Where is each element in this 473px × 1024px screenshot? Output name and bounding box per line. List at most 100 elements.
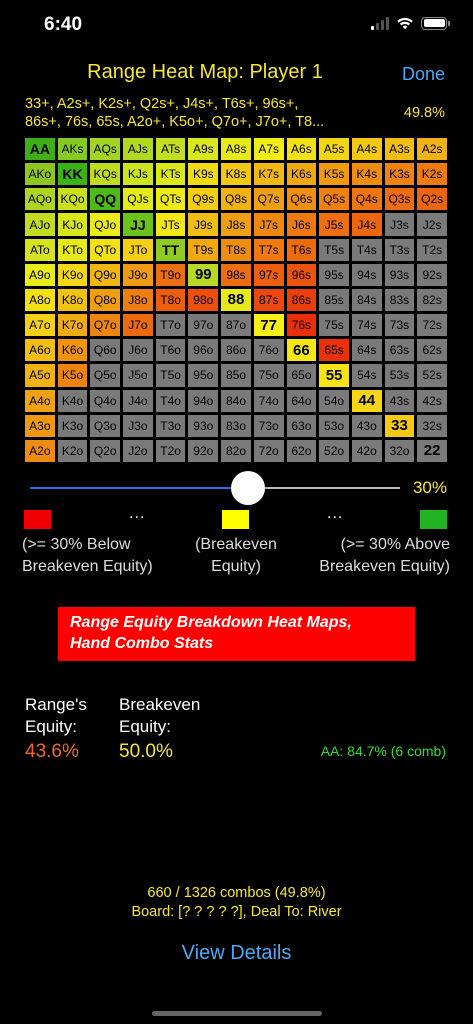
hand-cell[interactable]: 64s: [350, 338, 383, 363]
equity-breakdown-banner-button[interactable]: Range Equity Breakdown Heat Maps, Hand C…: [58, 607, 415, 661]
hand-cell[interactable]: J4o: [122, 388, 154, 413]
hand-cell[interactable]: K4o: [56, 388, 89, 413]
done-button[interactable]: Done: [402, 64, 445, 85]
hand-cell[interactable]: 96o: [187, 338, 220, 363]
hand-cell[interactable]: ATo: [24, 237, 56, 262]
hand-cell[interactable]: T7s: [252, 237, 285, 262]
hand-cell[interactable]: J5s: [318, 212, 350, 237]
hand-cell[interactable]: 65o: [285, 363, 318, 388]
hand-cell[interactable]: Q6o: [89, 338, 122, 363]
hand-cell[interactable]: 82o: [220, 438, 252, 463]
hand-cell[interactable]: 86o: [220, 338, 252, 363]
hand-cell[interactable]: AA: [24, 137, 56, 162]
hand-cell[interactable]: 33: [383, 413, 416, 438]
hand-cell[interactable]: 75s: [318, 313, 350, 338]
hand-cell[interactable]: 74s: [350, 313, 383, 338]
hand-cell[interactable]: T4s: [350, 237, 383, 262]
hand-cell[interactable]: T5o: [154, 363, 187, 388]
hand-cell[interactable]: 73s: [383, 313, 416, 338]
hand-cell[interactable]: KTs: [154, 162, 187, 187]
hand-cell[interactable]: 63s: [383, 338, 416, 363]
hand-cell[interactable]: K6o: [56, 338, 89, 363]
hand-cell[interactable]: K6s: [285, 162, 318, 187]
slider-thumb[interactable]: [231, 471, 266, 505]
hand-cell[interactable]: T7o: [154, 313, 187, 338]
hand-cell[interactable]: 52o: [318, 438, 350, 463]
hand-cell[interactable]: A4o: [24, 388, 56, 413]
hand-cell[interactable]: 75o: [252, 363, 285, 388]
hand-cell[interactable]: KJs: [122, 162, 154, 187]
hand-cell[interactable]: KQs: [89, 162, 122, 187]
hand-cell[interactable]: K9o: [56, 262, 89, 287]
hand-cell[interactable]: Q8o: [89, 287, 122, 313]
hand-cell[interactable]: 42o: [350, 438, 383, 463]
hand-cell[interactable]: A7s: [252, 137, 285, 162]
hand-cell[interactable]: A6o: [24, 338, 56, 363]
hand-cell[interactable]: 96s: [285, 262, 318, 287]
hand-cell[interactable]: K9s: [187, 162, 220, 187]
hand-cell[interactable]: A6s: [285, 137, 318, 162]
hand-cell[interactable]: J5o: [122, 363, 154, 388]
hand-cell[interactable]: A3s: [383, 137, 416, 162]
hand-cell[interactable]: QJo: [89, 212, 122, 237]
hand-cell[interactable]: 85s: [318, 287, 350, 313]
hand-cell[interactable]: Q7o: [89, 313, 122, 338]
hand-cell[interactable]: A4s: [350, 137, 383, 162]
hand-cell[interactable]: Q2o: [89, 438, 122, 463]
hand-cell[interactable]: TT: [154, 237, 187, 262]
hand-cell[interactable]: T2s: [416, 237, 448, 262]
hand-cell[interactable]: T6o: [154, 338, 187, 363]
hand-cell[interactable]: A7o: [24, 313, 56, 338]
hand-cell[interactable]: J7o: [122, 313, 154, 338]
hand-cell[interactable]: ATs: [154, 137, 187, 162]
hand-cell[interactable]: QTs: [154, 187, 187, 212]
hand-cell[interactable]: A8s: [220, 137, 252, 162]
hand-cell[interactable]: J8o: [122, 287, 154, 313]
hand-cell[interactable]: Q9o: [89, 262, 122, 287]
hand-cell[interactable]: J2s: [416, 212, 448, 237]
hand-cell[interactable]: QQ: [89, 187, 122, 212]
hand-cell[interactable]: J7s: [252, 212, 285, 237]
hand-cell[interactable]: JTo: [122, 237, 154, 262]
hand-cell[interactable]: K8s: [220, 162, 252, 187]
hand-cell[interactable]: JJ: [122, 212, 154, 237]
hand-cell[interactable]: T9o: [154, 262, 187, 287]
hand-cell[interactable]: J9s: [187, 212, 220, 237]
hand-cell[interactable]: 87o: [220, 313, 252, 338]
hand-cell[interactable]: 32o: [383, 438, 416, 463]
hand-cell[interactable]: K7s: [252, 162, 285, 187]
hand-cell[interactable]: AJs: [122, 137, 154, 162]
hand-cell[interactable]: 22: [416, 438, 448, 463]
hand-cell[interactable]: JTs: [154, 212, 187, 237]
hand-cell[interactable]: 83s: [383, 287, 416, 313]
hand-cell[interactable]: 94s: [350, 262, 383, 287]
hand-cell[interactable]: 85o: [220, 363, 252, 388]
hand-cell[interactable]: 42s: [416, 388, 448, 413]
hand-cell[interactable]: 88: [220, 287, 252, 313]
hand-cell[interactable]: 76o: [252, 338, 285, 363]
hand-cell[interactable]: K2o: [56, 438, 89, 463]
hand-cell[interactable]: Q7s: [252, 187, 285, 212]
hand-cell[interactable]: T9s: [187, 237, 220, 262]
hand-cell[interactable]: 97o: [187, 313, 220, 338]
hand-cell[interactable]: K4s: [350, 162, 383, 187]
hand-cell[interactable]: A8o: [24, 287, 56, 313]
hand-cell[interactable]: 62s: [416, 338, 448, 363]
hand-cell[interactable]: 55: [318, 363, 350, 388]
hand-cell[interactable]: 44: [350, 388, 383, 413]
hand-cell[interactable]: J3o: [122, 413, 154, 438]
hand-cell[interactable]: 95s: [318, 262, 350, 287]
hand-cell[interactable]: 83o: [220, 413, 252, 438]
hand-cell[interactable]: K5s: [318, 162, 350, 187]
hand-cell[interactable]: T3s: [383, 237, 416, 262]
hand-cell[interactable]: 84s: [350, 287, 383, 313]
hand-cell[interactable]: 87s: [252, 287, 285, 313]
hand-cell[interactable]: A2o: [24, 438, 56, 463]
hand-cell[interactable]: A3o: [24, 413, 56, 438]
hand-cell[interactable]: AQs: [89, 137, 122, 162]
hand-cell[interactable]: 73o: [252, 413, 285, 438]
hand-cell[interactable]: AKs: [56, 137, 89, 162]
hand-cell[interactable]: 53s: [383, 363, 416, 388]
hand-cell[interactable]: KQo: [56, 187, 89, 212]
view-details-button[interactable]: View Details: [0, 942, 473, 965]
